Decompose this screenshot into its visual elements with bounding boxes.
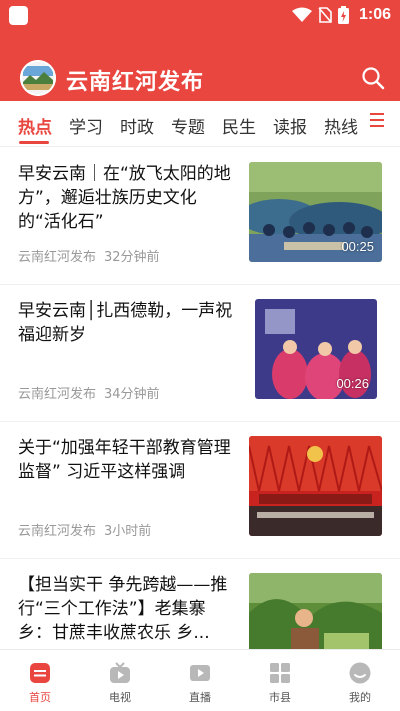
tab-newspaper[interactable]: 读报 — [273, 113, 307, 138]
video-thumbnail[interactable]: 00:25 — [249, 162, 382, 262]
tab-politics[interactable]: 时政 — [120, 113, 154, 138]
nav-tv[interactable]: 电视 — [80, 650, 160, 711]
tab-special[interactable]: 专题 — [171, 113, 205, 138]
video-duration: 00:25 — [341, 239, 374, 254]
app-header: 云南红河发布 — [0, 30, 400, 101]
nav-label: 直播 — [189, 691, 211, 704]
news-meta: 云南红河发布 3小时前 — [18, 520, 151, 539]
nav-live[interactable]: 直播 — [160, 650, 240, 711]
live-video-icon — [190, 665, 210, 681]
bottom-navigation: 首页 电视 直播 市县 我的 — [0, 649, 400, 711]
news-meta: 云南红河发布 32分钟前 — [18, 246, 160, 265]
grid-icon — [270, 663, 290, 683]
nav-label: 市县 — [269, 691, 291, 704]
news-item[interactable]: 早安云南｜在“放飞太阳的地方”，邂逅壮族历史文化的“活化石” 云南红河发布 32分… — [0, 148, 400, 285]
no-sim-icon — [318, 7, 332, 23]
nav-label: 首页 — [29, 691, 51, 704]
search-icon — [362, 67, 385, 90]
news-source: 云南红河发布 — [18, 524, 97, 539]
status-icons: 1:06 — [291, 4, 391, 26]
news-meta: 云南红河发布 34分钟前 — [18, 383, 160, 402]
nav-label: 电视 — [109, 691, 131, 704]
video-duration: 00:26 — [336, 376, 369, 391]
status-bar: 1:06 — [0, 0, 400, 30]
nav-cities[interactable]: 市县 — [240, 650, 320, 711]
news-source: 云南红河发布 — [18, 387, 97, 402]
news-feed[interactable]: 早安云南｜在“放飞太阳的地方”，邂逅壮族历史文化的“活化石” 云南红河发布 32分… — [0, 148, 400, 649]
tab-hot[interactable]: 热点 — [18, 113, 52, 138]
battery-charging-icon — [337, 6, 349, 24]
news-time: 3小时前 — [104, 524, 152, 539]
tab-hotline[interactable]: 热线 — [324, 113, 358, 138]
tab-study[interactable]: 学习 — [69, 113, 103, 138]
nav-profile[interactable]: 我的 — [320, 650, 400, 711]
news-title[interactable]: 早安云南│扎西德勒，一声祝福迎新岁 — [18, 299, 236, 347]
nav-label: 我的 — [349, 691, 371, 704]
home-icon — [30, 663, 50, 683]
clock: 1:06 — [358, 6, 391, 23]
news-source: 云南红河发布 — [18, 250, 97, 265]
news-title[interactable]: 关于“加强年轻干部教育管理监督” 习近平这样强调 — [18, 436, 236, 484]
news-item[interactable]: 【担当实干 争先跨越——推行“三个工作法”】老集寨乡：甘蔗丰收蔗农乐 乡... — [0, 559, 400, 649]
nav-home[interactable]: 首页 — [0, 650, 80, 711]
video-thumbnail[interactable]: 00:26 — [255, 299, 377, 399]
news-time: 34分钟前 — [104, 387, 160, 402]
news-title[interactable]: 早安云南｜在“放飞太阳的地方”，邂逅壮族历史文化的“活化石” — [18, 162, 236, 234]
wifi-icon — [291, 7, 312, 22]
active-tab-indicator — [19, 141, 49, 144]
tv-icon — [110, 662, 130, 683]
news-time: 32分钟前 — [104, 250, 160, 265]
category-tabs: 热点 学习 时政 专题 民生 读报 热线 — [0, 101, 400, 147]
app-title: 云南红河发布 — [66, 70, 205, 95]
news-item[interactable]: 早安云南│扎西德勒，一声祝福迎新岁 云南红河发布 34分钟前 00:26 — [0, 285, 400, 422]
app-square-icon — [9, 6, 28, 25]
honghe-logo-icon[interactable] — [20, 60, 56, 96]
tab-livelihood[interactable]: 民生 — [222, 113, 256, 138]
news-thumbnail[interactable] — [249, 436, 382, 536]
hamburger-menu-icon[interactable] — [370, 113, 388, 131]
profile-icon — [349, 662, 371, 684]
search-button[interactable] — [358, 63, 388, 93]
news-title[interactable]: 【担当实干 争先跨越——推行“三个工作法”】老集寨乡：甘蔗丰收蔗农乐 乡... — [18, 573, 236, 645]
news-item[interactable]: 关于“加强年轻干部教育管理监督” 习近平这样强调 云南红河发布 3小时前 — [0, 422, 400, 559]
news-thumbnail[interactable] — [249, 573, 382, 649]
